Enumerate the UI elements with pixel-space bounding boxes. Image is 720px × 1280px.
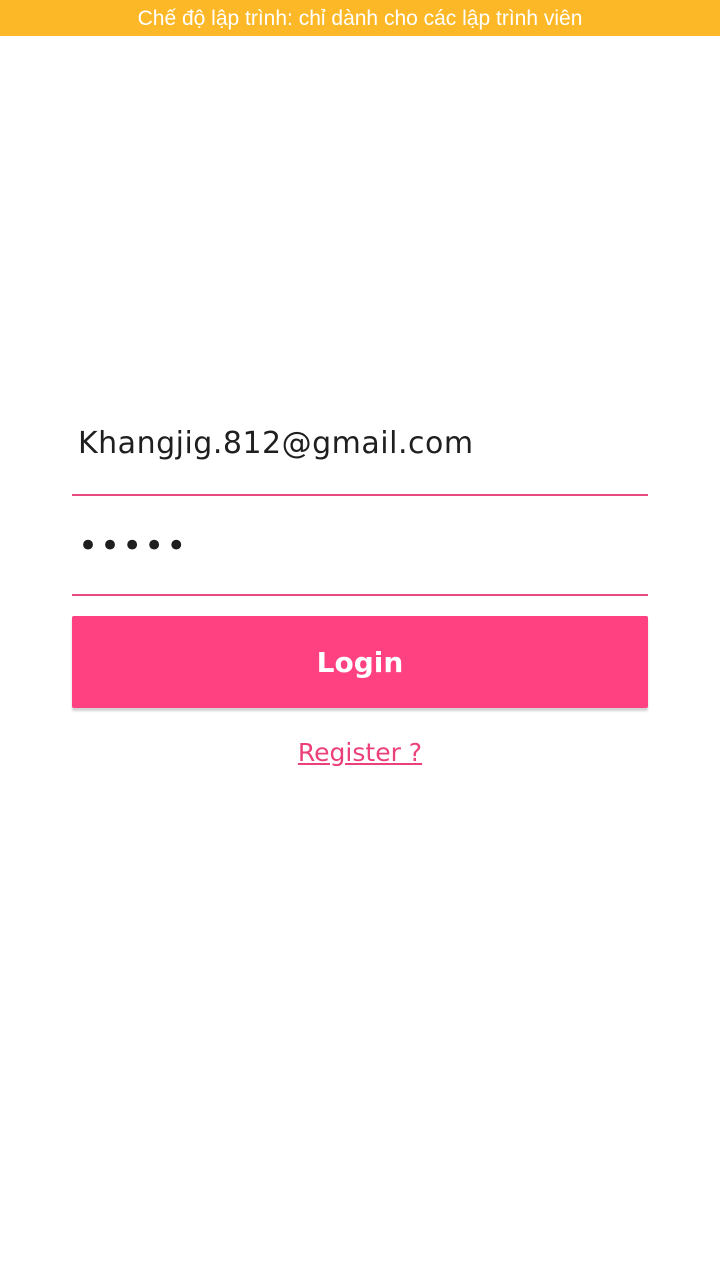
register-link[interactable]: Register ? [72,738,648,767]
password-field-container [72,496,648,596]
login-form: Login Register ? [72,400,648,767]
email-input[interactable] [78,422,648,464]
login-button[interactable]: Login [72,616,648,708]
developer-mode-banner: Chế độ lập trình: chỉ dành cho các lập t… [0,0,720,36]
email-field-container [72,400,648,496]
password-input[interactable] [78,524,648,568]
